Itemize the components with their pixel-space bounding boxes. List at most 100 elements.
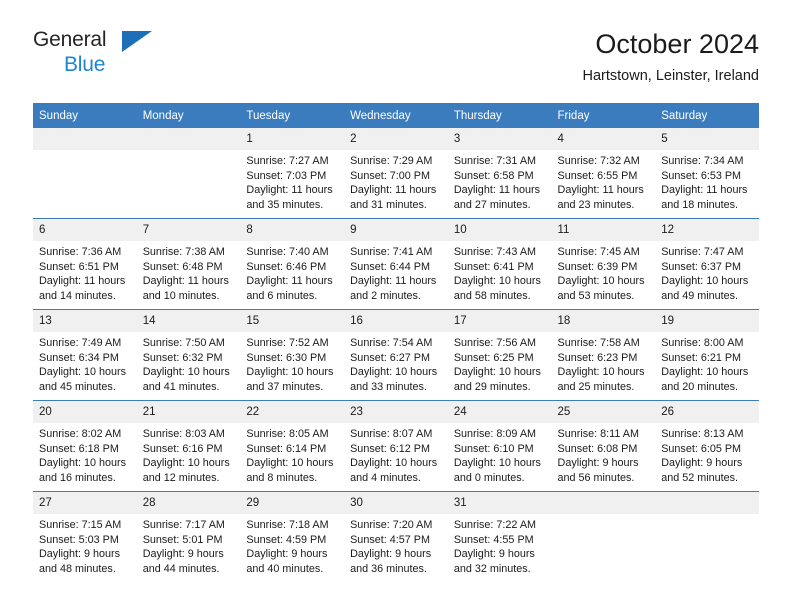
calendar-day-cell[interactable]: 21 Sunrise: 8:03 AM Sunset: 6:16 PM Dayligh… — [136, 400, 241, 492]
calendar-day-cell-empty — [136, 128, 241, 219]
sunset-text: Sunset: 6:34 PM — [39, 351, 119, 364]
calendar-day-cell[interactable]: 31 Sunrise: 7:22 AM Sunset: 4:55 PM Dayligh… — [447, 491, 552, 582]
sunrise-text: Sunrise: 7:31 AM — [453, 155, 537, 167]
calendar-body: 1 Sunrise: 7:27 AM Sunset: 7:03 PM Daylight… — [33, 128, 759, 582]
sunset-text: Sunset: 6:27 PM — [350, 351, 430, 364]
calendar-day-cell[interactable]: 13 Sunrise: 7:49 AM Sunset: 6:34 PM Dayligh… — [33, 309, 137, 401]
daylight-text-line2: and 6 minutes. — [246, 289, 318, 302]
daylight-text-line2: and 23 minutes. — [557, 198, 635, 211]
daylight-text-line2: and 14 minutes. — [39, 289, 116, 302]
calendar-day-cell[interactable]: 5 Sunrise: 7:34 AM Sunset: 6:53 PM Daylight… — [655, 128, 759, 219]
day-number: 19 — [655, 310, 759, 332]
calendar-day-cell[interactable]: 8 Sunrise: 7:40 AM Sunset: 6:46 PM Daylight… — [240, 218, 345, 310]
day-number: 24 — [447, 401, 552, 423]
day-cell-content: 24 Sunrise: 8:09 AM Sunset: 6:10 PM Dayligh… — [447, 401, 552, 491]
calendar-day-cell[interactable]: 30 Sunrise: 7:20 AM Sunset: 4:57 PM Dayligh… — [344, 491, 448, 582]
sunset-text: Sunset: 6:25 PM — [453, 351, 534, 364]
day-number: 16 — [344, 310, 448, 332]
calendar-day-cell[interactable]: 3 Sunrise: 7:31 AM Sunset: 6:58 PM Daylight… — [447, 128, 552, 219]
daylight-text-line2: and 40 minutes. — [246, 562, 324, 575]
calendar-day-cell[interactable]: 20 Sunrise: 8:02 AM Sunset: 6:18 PM Dayligh… — [33, 400, 137, 492]
calendar-day-cell[interactable]: 7 Sunrise: 7:38 AM Sunset: 6:48 PM Daylight… — [136, 218, 241, 310]
day-details: Sunrise: 7:18 AM Sunset: 4:59 PM Daylight:… — [240, 514, 344, 576]
day-number: 7 — [136, 219, 241, 241]
calendar-day-cell[interactable]: 24 Sunrise: 8:09 AM Sunset: 6:10 PM Dayligh… — [447, 400, 552, 492]
day-details: Sunrise: 7:40 AM Sunset: 6:46 PM Daylight:… — [240, 241, 344, 303]
calendar-day-cell[interactable]: 11 Sunrise: 7:45 AM Sunset: 6:39 PM Dayligh… — [551, 218, 656, 310]
sunrise-text: Sunrise: 7:41 AM — [350, 246, 433, 258]
day-cell-content: 16 Sunrise: 7:54 AM Sunset: 6:27 PM Dayligh… — [344, 310, 448, 400]
weekday-header-tuesday: Tuesday — [240, 103, 345, 128]
day-number: 14 — [136, 310, 241, 332]
sunset-text: Sunset: 7:00 PM — [350, 169, 430, 182]
generalblue-logo[interactable]: General Blue — [33, 28, 233, 88]
day-details: Sunrise: 7:32 AM Sunset: 6:55 PM Daylight:… — [552, 150, 656, 212]
day-details: Sunrise: 7:29 AM Sunset: 7:00 PM Daylight:… — [344, 150, 448, 212]
sunset-text: Sunset: 6:51 PM — [39, 260, 119, 273]
day-number: 30 — [344, 492, 448, 514]
daylight-text-line2: and 27 minutes. — [453, 198, 531, 211]
sunset-text: Sunset: 6:08 PM — [557, 442, 638, 455]
weekday-header-thursday: Thursday — [447, 103, 552, 128]
calendar-day-cell[interactable]: 25 Sunrise: 8:11 AM Sunset: 6:08 PM Dayligh… — [551, 400, 656, 492]
day-number: 4 — [551, 128, 656, 150]
calendar-day-cell[interactable]: 29 Sunrise: 7:18 AM Sunset: 4:59 PM Dayligh… — [240, 491, 345, 582]
sunrise-text: Sunrise: 8:02 AM — [39, 428, 122, 440]
sunrise-text: Sunrise: 7:45 AM — [557, 246, 640, 258]
daylight-text-line1: Daylight: 9 hours — [246, 548, 328, 561]
daylight-text-line2: and 49 minutes. — [661, 289, 739, 302]
calendar-day-cell[interactable]: 19 Sunrise: 8:00 AM Sunset: 6:21 PM Dayligh… — [655, 309, 759, 401]
day-details: Sunrise: 7:50 AM Sunset: 6:32 PM Daylight:… — [137, 332, 241, 394]
sunrise-text: Sunrise: 7:34 AM — [661, 155, 744, 167]
sunrise-text: Sunrise: 8:03 AM — [142, 428, 225, 440]
calendar-day-cell[interactable]: 2 Sunrise: 7:29 AM Sunset: 7:00 PM Daylight… — [344, 128, 448, 219]
calendar-day-cell[interactable]: 1 Sunrise: 7:27 AM Sunset: 7:03 PM Daylight… — [240, 128, 345, 219]
sunset-text: Sunset: 4:57 PM — [350, 533, 430, 546]
calendar-day-cell[interactable]: 15 Sunrise: 7:52 AM Sunset: 6:30 PM Dayligh… — [240, 309, 345, 401]
calendar-day-cell[interactable]: 14 Sunrise: 7:50 AM Sunset: 6:32 PM Dayligh… — [136, 309, 241, 401]
sunrise-text: Sunrise: 7:54 AM — [350, 337, 433, 349]
day-number: 2 — [344, 128, 448, 150]
calendar-day-cell[interactable]: 22 Sunrise: 8:05 AM Sunset: 6:14 PM Dayligh… — [240, 400, 345, 492]
daylight-text-line2: and 53 minutes. — [557, 289, 635, 302]
daylight-text-line1: Daylight: 11 hours — [661, 184, 748, 197]
daylight-text-line1: Daylight: 11 hours — [246, 275, 333, 288]
daylight-text-line1: Daylight: 11 hours — [453, 184, 541, 197]
day-details: Sunrise: 7:58 AM Sunset: 6:23 PM Daylight:… — [552, 332, 656, 394]
calendar-day-cell-empty — [551, 491, 656, 582]
sunset-text: Sunset: 6:30 PM — [246, 351, 327, 364]
calendar-day-cell[interactable]: 16 Sunrise: 7:54 AM Sunset: 6:27 PM Dayligh… — [344, 309, 448, 401]
daylight-text-line2: and 33 minutes. — [350, 380, 427, 393]
calendar-day-cell-empty — [33, 128, 137, 219]
daylight-text-line1: Daylight: 9 hours — [557, 457, 639, 470]
calendar-day-cell[interactable]: 26 Sunrise: 8:13 AM Sunset: 6:05 PM Dayligh… — [655, 400, 759, 492]
calendar-day-cell[interactable]: 6 Sunrise: 7:36 AM Sunset: 6:51 PM Daylight… — [33, 218, 137, 310]
day-cell-content — [136, 128, 241, 218]
calendar-day-cell-empty — [655, 491, 759, 582]
daylight-text-line1: Daylight: 10 hours — [350, 366, 438, 379]
day-number — [551, 492, 656, 514]
calendar-day-cell[interactable]: 17 Sunrise: 7:56 AM Sunset: 6:25 PM Dayligh… — [447, 309, 552, 401]
day-details: Sunrise: 7:43 AM Sunset: 6:41 PM Daylight:… — [448, 241, 552, 303]
sunset-text: Sunset: 6:16 PM — [142, 442, 223, 455]
calendar-day-cell[interactable]: 27 Sunrise: 7:15 AM Sunset: 5:03 PM Dayligh… — [33, 491, 137, 582]
sunrise-text: Sunrise: 7:17 AM — [142, 519, 225, 531]
day-details: Sunrise: 8:13 AM Sunset: 6:05 PM Daylight:… — [655, 423, 759, 485]
sunset-text: Sunset: 6:12 PM — [350, 442, 430, 455]
day-details: Sunrise: 7:27 AM Sunset: 7:03 PM Daylight:… — [240, 150, 344, 212]
weekday-header-friday: Friday — [551, 103, 656, 128]
day-number: 25 — [551, 401, 656, 423]
sunrise-text: Sunrise: 7:40 AM — [246, 246, 329, 258]
calendar-day-cell[interactable]: 10 Sunrise: 7:43 AM Sunset: 6:41 PM Dayligh… — [447, 218, 552, 310]
calendar-day-cell[interactable]: 4 Sunrise: 7:32 AM Sunset: 6:55 PM Daylight… — [551, 128, 656, 219]
calendar-day-cell[interactable]: 28 Sunrise: 7:17 AM Sunset: 5:01 PM Dayligh… — [136, 491, 241, 582]
calendar-day-cell[interactable]: 23 Sunrise: 8:07 AM Sunset: 6:12 PM Dayligh… — [344, 400, 448, 492]
day-cell-content: 18 Sunrise: 7:58 AM Sunset: 6:23 PM Dayligh… — [551, 310, 656, 400]
calendar-day-cell[interactable]: 12 Sunrise: 7:47 AM Sunset: 6:37 PM Dayligh… — [655, 218, 759, 310]
day-cell-content: 29 Sunrise: 7:18 AM Sunset: 4:59 PM Dayligh… — [240, 492, 345, 582]
calendar-day-cell[interactable]: 9 Sunrise: 7:41 AM Sunset: 6:44 PM Daylight… — [344, 218, 448, 310]
day-number — [136, 128, 241, 150]
calendar-day-cell[interactable]: 18 Sunrise: 7:58 AM Sunset: 6:23 PM Dayligh… — [551, 309, 656, 401]
title-block: October 2024 Hartstown, Leinster, Irelan… — [582, 28, 759, 86]
day-cell-content: 17 Sunrise: 7:56 AM Sunset: 6:25 PM Dayligh… — [447, 310, 552, 400]
